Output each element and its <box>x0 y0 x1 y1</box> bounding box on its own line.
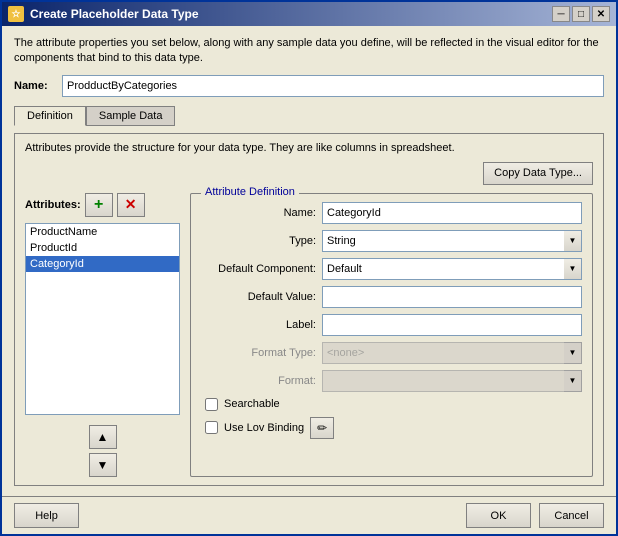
attr-format-label: Format: <box>201 375 316 387</box>
attr-type-label: Type: <box>201 235 316 247</box>
move-up-button[interactable]: ▲ <box>89 425 117 449</box>
name-row: Name: <box>14 75 604 97</box>
main-window: ☆ Create Placeholder Data Type ─ □ ✕ The… <box>0 0 618 536</box>
move-buttons: ▲ ▼ <box>25 425 180 477</box>
ok-cancel-buttons: OK Cancel <box>466 503 604 528</box>
attr-default-component-row: Default Component: Default ▼ <box>201 258 582 280</box>
tab-sample-data[interactable]: Sample Data <box>86 106 176 126</box>
dialog-content: The attribute properties you set below, … <box>2 26 616 496</box>
attribute-definition-group: Attribute Definition Name: Type: StringI… <box>190 193 593 477</box>
tab-description: Attributes provide the structure for you… <box>25 142 593 154</box>
name-label: Name: <box>14 80 54 92</box>
window-icon: ☆ <box>8 6 24 22</box>
attr-label-input[interactable] <box>322 314 582 336</box>
attr-default-value-input[interactable] <box>322 286 582 308</box>
attribute-definition-legend: Attribute Definition <box>201 186 299 198</box>
attr-default-value-row: Default Value: <box>201 286 582 308</box>
attr-buttons: + ✕ <box>85 193 145 217</box>
attr-type-row: Type: StringIntegerBooleanDateNumber ▼ <box>201 230 582 252</box>
attr-format-type-select[interactable]: <none> <box>322 342 582 364</box>
tab-bar: Definition Sample Data <box>14 105 604 125</box>
window-title: Create Placeholder Data Type <box>30 7 199 21</box>
attr-format-select-wrapper: ▼ <box>322 370 582 392</box>
attr-format-type-row: Format Type: <none> ▼ <box>201 342 582 364</box>
delete-attribute-button[interactable]: ✕ <box>117 193 145 217</box>
add-attribute-button[interactable]: + <box>85 193 113 217</box>
main-area: Attributes: + ✕ ProductName ProductId Ca… <box>25 193 593 477</box>
tab-content-definition: Attributes provide the structure for you… <box>14 133 604 486</box>
attr-name-row: Name: <box>201 202 582 224</box>
attr-format-row: Format: ▼ <box>201 370 582 392</box>
title-bar: ☆ Create Placeholder Data Type ─ □ ✕ <box>2 2 616 26</box>
searchable-row: Searchable <box>201 398 582 411</box>
searchable-label: Searchable <box>224 398 280 410</box>
minimize-button[interactable]: ─ <box>552 6 570 22</box>
attr-default-value-label: Default Value: <box>201 291 316 303</box>
attr-format-type-label: Format Type: <box>201 347 316 359</box>
searchable-checkbox[interactable] <box>205 398 218 411</box>
move-down-button[interactable]: ▼ <box>89 453 117 477</box>
right-panel: Attribute Definition Name: Type: StringI… <box>190 193 593 477</box>
help-button[interactable]: Help <box>14 503 79 528</box>
lov-binding-edit-button[interactable]: ✏ <box>310 417 334 439</box>
tab-definition[interactable]: Definition <box>14 106 86 126</box>
attr-default-component-label: Default Component: <box>201 263 316 275</box>
attr-name-input[interactable] <box>322 202 582 224</box>
dialog-description: The attribute properties you set below, … <box>14 36 604 67</box>
lov-binding-label: Use Lov Binding <box>224 422 304 434</box>
name-input[interactable] <box>62 75 604 97</box>
attr-type-select-wrapper: StringIntegerBooleanDateNumber ▼ <box>322 230 582 252</box>
copy-data-type-button[interactable]: Copy Data Type... <box>483 162 593 185</box>
attr-item-productid[interactable]: ProductId <box>26 240 179 256</box>
close-button[interactable]: ✕ <box>592 6 610 22</box>
lov-binding-row: Use Lov Binding ✏ <box>201 417 582 439</box>
attr-type-select[interactable]: StringIntegerBooleanDateNumber <box>322 230 582 252</box>
attr-item-productname[interactable]: ProductName <box>26 224 179 240</box>
title-controls: ─ □ ✕ <box>552 6 610 22</box>
ok-button[interactable]: OK <box>466 503 531 528</box>
attr-format-select[interactable] <box>322 370 582 392</box>
attributes-label: Attributes: <box>25 199 81 211</box>
cancel-button[interactable]: Cancel <box>539 503 604 528</box>
copy-btn-row: Copy Data Type... <box>25 162 593 185</box>
attributes-header: Attributes: + ✕ <box>25 193 180 217</box>
attr-label-label: Label: <box>201 319 316 331</box>
maximize-button[interactable]: □ <box>572 6 590 22</box>
left-panel: Attributes: + ✕ ProductName ProductId Ca… <box>25 193 180 477</box>
attr-default-component-select[interactable]: Default <box>322 258 582 280</box>
attr-label-row: Label: <box>201 314 582 336</box>
attr-name-label: Name: <box>201 207 316 219</box>
attr-format-type-select-wrapper: <none> ▼ <box>322 342 582 364</box>
lov-binding-checkbox[interactable] <box>205 421 218 434</box>
bottom-bar: Help OK Cancel <box>2 496 616 534</box>
attr-item-categoryid[interactable]: CategoryId <box>26 256 179 272</box>
attr-default-component-select-wrapper: Default ▼ <box>322 258 582 280</box>
attribute-list[interactable]: ProductName ProductId CategoryId <box>25 223 180 415</box>
